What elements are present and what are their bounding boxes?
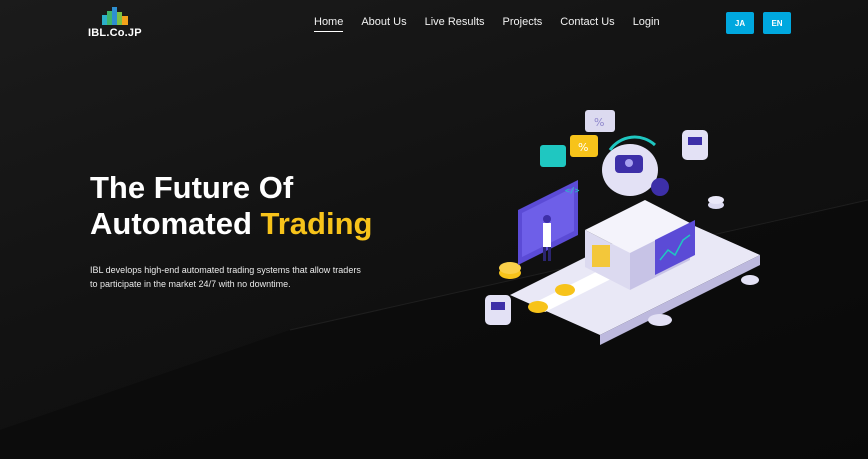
hero-title-line2-prefix: Automated bbox=[90, 206, 252, 241]
logo-icon bbox=[102, 7, 128, 25]
nav-about-us[interactable]: About Us bbox=[361, 16, 406, 32]
brand-logo[interactable]: IBL.Co.JP bbox=[88, 7, 148, 43]
hero-title: The Future Of Automated Trading bbox=[90, 170, 372, 242]
nav-projects[interactable]: Projects bbox=[503, 16, 543, 32]
logo-text: IBL.Co.JP bbox=[88, 27, 142, 39]
automated-trading-illustration: </> % % bbox=[485, 110, 760, 345]
hero-description: IBL develops high-end automated trading … bbox=[90, 265, 361, 289]
svg-text:%: % bbox=[594, 116, 604, 129]
nav-contact-us[interactable]: Contact Us bbox=[560, 16, 614, 32]
svg-text:%: % bbox=[578, 141, 588, 154]
nav-home[interactable]: Home bbox=[314, 16, 344, 32]
site-header: IBL.Co.JP Home About Us Live Results Pro… bbox=[0, 0, 868, 50]
hero-title-line1: The Future Of bbox=[90, 170, 294, 205]
nav-live-results[interactable]: Live Results bbox=[425, 16, 485, 32]
svg-text:</>: </> bbox=[565, 186, 580, 195]
lang-ja-button[interactable]: JA bbox=[726, 12, 754, 34]
main-nav: Home About Us Live Results Projects Cont… bbox=[314, 16, 678, 32]
nav-login[interactable]: Login bbox=[633, 16, 660, 32]
hero-title-highlight: Trading bbox=[260, 206, 373, 241]
lang-en-button[interactable]: EN bbox=[763, 12, 791, 34]
